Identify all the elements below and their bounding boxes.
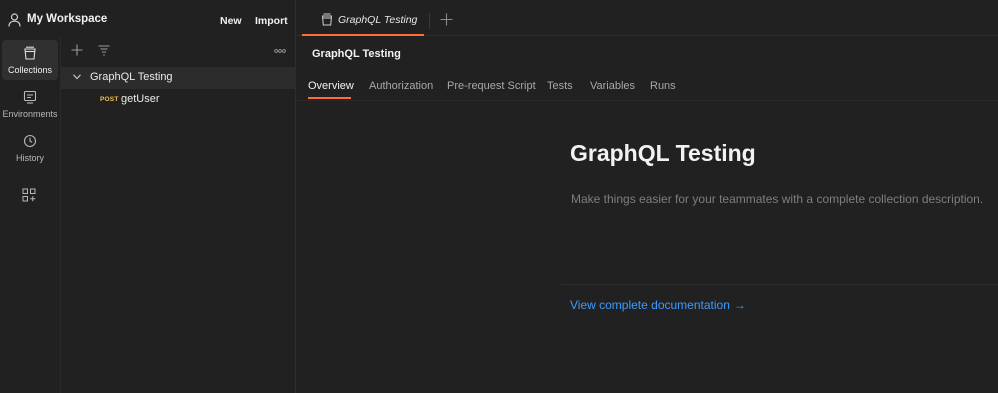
tab-variables[interactable]: Variables <box>590 80 635 92</box>
environments-icon <box>23 90 37 104</box>
view-documentation-link[interactable]: View complete documentation → <box>570 298 746 312</box>
tab-authorization[interactable]: Authorization <box>369 80 433 92</box>
collection-header-title[interactable]: GraphQL Testing <box>312 48 401 60</box>
new-button[interactable]: New <box>214 11 248 31</box>
tab-graphql-testing[interactable]: GraphQL Testing <box>302 4 424 36</box>
tab-runs[interactable]: Runs <box>650 80 676 92</box>
collection-name: GraphQL Testing <box>90 71 173 83</box>
sidebar-item-environments[interactable]: Environments <box>2 84 58 124</box>
divider <box>561 284 998 285</box>
arrow-right-icon: → <box>733 298 746 312</box>
add-apps-icon[interactable] <box>22 188 36 202</box>
collections-icon <box>24 46 36 60</box>
history-icon <box>23 134 37 148</box>
collection-icon <box>321 13 333 26</box>
left-pane: My Workspace New Import Collections Envi… <box>0 0 296 393</box>
main-pane: GraphQL Testing GraphQL Testing Overview… <box>296 0 998 393</box>
sidebar-rail: Collections Environments History <box>0 36 61 393</box>
collection-tree-item[interactable]: GraphQL Testing <box>61 67 295 89</box>
sidebar-item-label: Collections <box>7 65 53 75</box>
description-placeholder[interactable]: Make things easier for your teammates wi… <box>571 192 983 206</box>
overview-title[interactable]: GraphQL Testing <box>570 140 756 167</box>
import-button[interactable]: Import <box>249 11 294 31</box>
plus-icon[interactable] <box>71 44 83 56</box>
active-tab-indicator <box>308 97 351 99</box>
method-badge: POST <box>100 96 119 103</box>
request-name: getUser <box>121 93 160 105</box>
tab-divider <box>429 13 430 29</box>
more-options-icon[interactable] <box>274 49 286 53</box>
sidebar-item-label: Environments <box>2 109 58 119</box>
tab-tests[interactable]: Tests <box>547 80 573 92</box>
user-icon <box>8 13 21 27</box>
filter-icon[interactable] <box>98 45 110 56</box>
request-tree-item[interactable]: POST getUser <box>61 90 295 110</box>
chevron-down-icon[interactable] <box>73 74 81 80</box>
workspace-header: My Workspace New Import <box>0 4 296 36</box>
new-tab-plus-icon[interactable] <box>440 13 453 26</box>
sidebar-item-label: History <box>15 153 44 163</box>
collection-subtabs: Overview Authorization Pre-request Scrip… <box>296 73 998 101</box>
tab-label: GraphQL Testing <box>338 14 418 26</box>
tab-pre-request-script[interactable]: Pre-request Script <box>447 80 536 92</box>
sidebar-item-history[interactable]: History <box>2 128 58 168</box>
collections-toolbar <box>61 36 295 66</box>
view-documentation-label: View complete documentation <box>570 298 730 312</box>
tab-overview[interactable]: Overview <box>308 80 354 92</box>
sidebar-item-collections[interactable]: Collections <box>2 40 58 80</box>
tab-bar: GraphQL Testing <box>296 4 998 36</box>
workspace-title[interactable]: My Workspace <box>27 13 107 25</box>
